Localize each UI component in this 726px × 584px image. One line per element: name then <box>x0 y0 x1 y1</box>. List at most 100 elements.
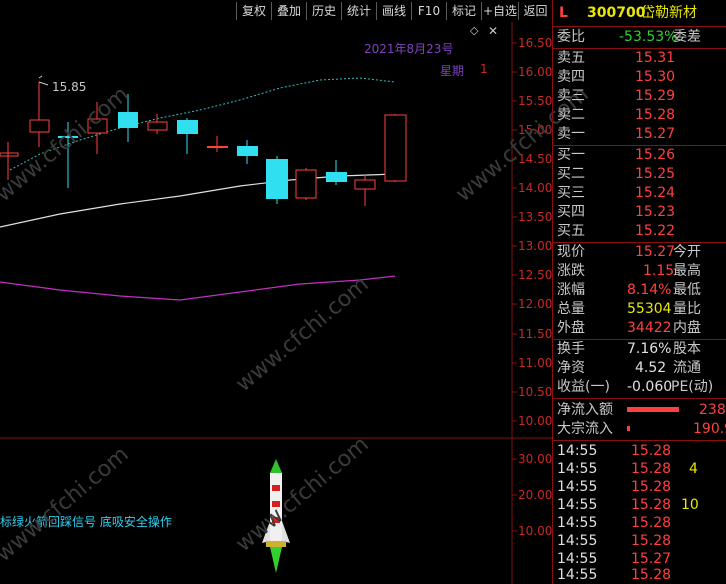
buy3-price: 15.24 <box>635 185 676 201</box>
stat2-label: 净资 <box>557 360 585 376</box>
indicator-axis-label: 30.00 <box>518 452 553 466</box>
sell1-label: 卖一 <box>557 126 585 142</box>
price-axis-label: 16.50 <box>518 36 553 50</box>
tick-time: 14:55 <box>557 497 598 513</box>
stat2-right-label: 股本 <box>673 341 701 357</box>
price-axis-label: 12.50 <box>518 268 553 282</box>
weibi-value: -53.53% <box>619 29 678 45</box>
tick-price: 15.28 <box>631 533 672 549</box>
indicator-axis-label: 20.00 <box>518 488 553 502</box>
tick-price: 15.28 <box>631 461 672 477</box>
buy1-price: 15.26 <box>635 147 676 163</box>
net-inflow-bar <box>627 407 679 412</box>
stock-name: 岱勒新材 <box>641 5 697 21</box>
stock-code: 300700 <box>587 5 646 21</box>
stat-value: 8.14% <box>627 282 672 298</box>
stat-right-label: 内盘 <box>673 320 701 336</box>
stat-label: 涨跌 <box>557 263 585 279</box>
tick-time: 14:55 <box>557 443 598 459</box>
market-tag: L <box>559 5 568 21</box>
stat2-label: 收益(一) <box>557 379 610 395</box>
sell1-price: 15.27 <box>635 126 676 142</box>
tick-volume: 10 <box>681 497 699 513</box>
kline-chart[interactable]: 2021年8月23号 星期 1 ◇ ✕ 15.85 16.50 16.00 15… <box>0 22 594 584</box>
stat-label: 外盘 <box>557 320 585 336</box>
sell2-price: 15.28 <box>635 107 676 123</box>
price-axis-label: 10.50 <box>518 385 553 399</box>
buy5-price: 15.22 <box>635 223 676 239</box>
close-icon[interactable]: ✕ <box>488 24 498 38</box>
price-axis-label: 12.00 <box>518 297 553 311</box>
sell3-price: 15.29 <box>635 88 676 104</box>
price-axis-label: 14.00 <box>518 181 553 195</box>
block-inflow-value: 190.9 <box>693 421 726 437</box>
buy3-label: 买三 <box>557 185 585 201</box>
sell4-price: 15.30 <box>635 69 676 85</box>
high-price-marker: 15.85 <box>52 80 87 94</box>
chart-weekday-label: 星期 <box>440 64 465 78</box>
stat-value: 1.15 <box>643 263 675 279</box>
stat-right-label: 量比 <box>673 301 701 317</box>
price-axis-label: 13.00 <box>518 239 553 253</box>
stat-right-label: 最低 <box>673 282 701 298</box>
stat2-label: 换手 <box>557 341 585 357</box>
stat2-right-label: PE(动) <box>671 379 714 395</box>
net-inflow-value: 238 <box>699 402 726 418</box>
buy2-price: 15.25 <box>635 166 676 182</box>
statistics-button[interactable]: 统计 <box>341 2 376 20</box>
indicator-axis-label: 10.00 <box>518 524 553 538</box>
stat-value: 34422 <box>627 320 672 336</box>
quote-panel: L 300700 岱勒新材 委比 -53.53% 委差 卖五 15.31 卖四 … <box>552 0 726 584</box>
stat-value: 15.27 <box>635 244 676 260</box>
stat2-right-label: 流通 <box>673 360 701 376</box>
chart-date-label: 2021年8月23号 <box>364 42 454 56</box>
chart-weekday-value: 1 <box>480 62 488 76</box>
stat-label: 涨幅 <box>557 282 585 298</box>
block-inflow-bar <box>627 426 630 431</box>
tick-price: 15.28 <box>631 443 672 459</box>
overlay-button[interactable]: 叠加 <box>271 2 306 20</box>
tick-price: 15.28 <box>631 497 672 513</box>
tick-price: 15.28 <box>631 567 672 583</box>
restore-rights-button[interactable]: 复权 <box>236 2 271 20</box>
tick-time: 14:55 <box>557 533 598 549</box>
back-button[interactable]: 返回 <box>518 2 552 20</box>
buy4-price: 15.23 <box>635 204 676 220</box>
price-axis-label: 11.00 <box>518 356 553 370</box>
buy1-label: 买一 <box>557 147 585 163</box>
buy4-label: 买四 <box>557 204 585 220</box>
history-button[interactable]: 历史 <box>306 2 341 20</box>
price-axis-label: 13.50 <box>518 210 553 224</box>
tick-time: 14:55 <box>557 567 598 583</box>
weicha-label: 委差 <box>673 29 701 45</box>
stat-right-label: 最高 <box>673 263 701 279</box>
net-inflow-label: 净流入额 <box>557 402 613 418</box>
stat-value: 55304 <box>627 301 672 317</box>
stat2-value: 7.16% <box>627 341 672 357</box>
weibi-label: 委比 <box>557 29 585 45</box>
tick-time: 14:55 <box>557 515 598 531</box>
sell5-label: 卖五 <box>557 50 585 66</box>
sell5-price: 15.31 <box>635 50 676 66</box>
diamond-icon[interactable]: ◇ <box>470 24 478 37</box>
tick-price: 15.28 <box>631 479 672 495</box>
price-axis-label: 11.50 <box>518 327 553 341</box>
sell2-label: 卖二 <box>557 107 585 123</box>
f10-button[interactable]: F10 <box>411 2 446 20</box>
stat-right-label: 今开 <box>673 244 701 260</box>
chart-toolbar: 复权 叠加 历史 统计 画线 F10 标记 +自选 返回 <box>0 0 552 22</box>
tick-time: 14:55 <box>557 461 598 477</box>
sell4-label: 卖四 <box>557 69 585 85</box>
draw-line-button[interactable]: 画线 <box>376 2 411 20</box>
tick-price: 15.28 <box>631 515 672 531</box>
block-inflow-label: 大宗流入 <box>557 421 613 437</box>
stat-label: 现价 <box>557 244 585 260</box>
mark-button[interactable]: 标记 <box>446 2 481 20</box>
tick-time: 14:55 <box>557 479 598 495</box>
add-watchlist-button[interactable]: +自选 <box>481 2 518 20</box>
tick-volume: 4 <box>689 461 698 477</box>
buy2-label: 买二 <box>557 166 585 182</box>
price-axis-label: 10.00 <box>518 414 553 428</box>
buy5-label: 买五 <box>557 223 585 239</box>
stat-label: 总量 <box>557 301 585 317</box>
